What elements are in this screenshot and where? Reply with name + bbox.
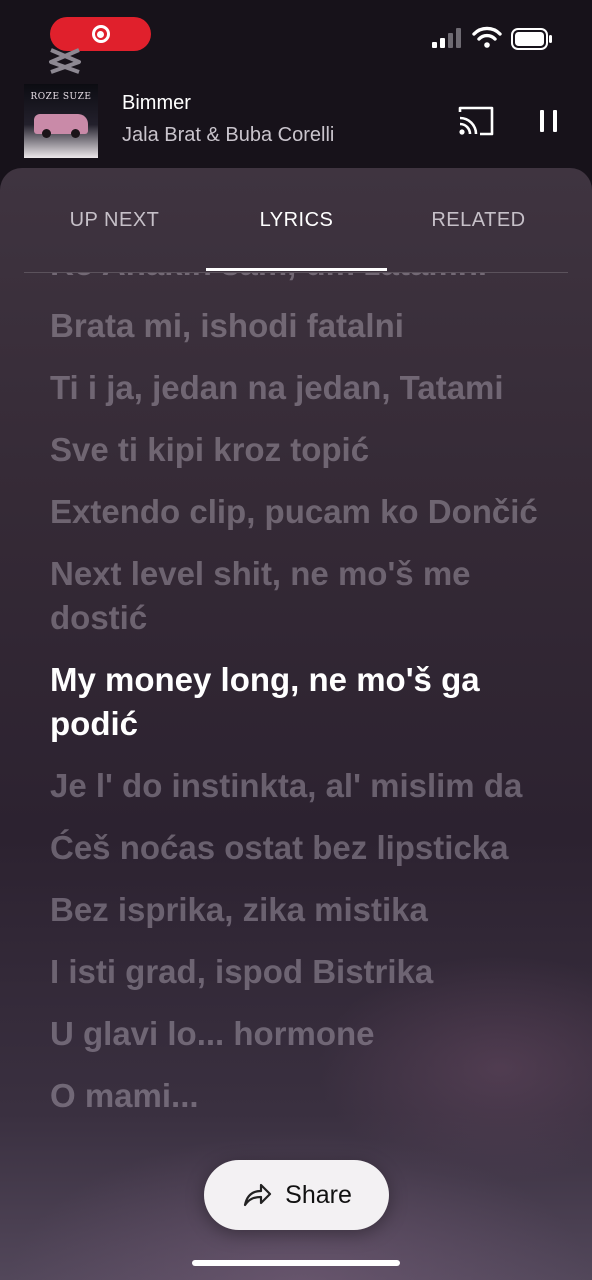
active-tab-indicator: [206, 268, 387, 271]
track-artist: Jala Brat & Buba Corelli: [122, 124, 335, 146]
album-car-graphic: [34, 114, 88, 138]
lyrics-sheet: UP NEXT LYRICS RELATED Ko Anakin sam, um…: [0, 168, 592, 1280]
lyric-line[interactable]: Bez isprika, zika mistika: [50, 888, 550, 932]
tab-lyrics[interactable]: LYRICS: [206, 168, 387, 272]
lyric-line[interactable]: Je l' do instinkta, al' mislim da: [50, 764, 550, 808]
share-label: Share: [285, 1180, 352, 1209]
now-playing-bar[interactable]: ROZE SUZE Bimmer Jala Brat & Buba Corell…: [0, 78, 592, 166]
screen-record-icon: [91, 25, 110, 43]
current-lyric-line[interactable]: My money long, ne mo'š ga podić: [50, 658, 550, 746]
lyric-line[interactable]: Ko Anakin sam, um zatamni: [50, 273, 550, 286]
lyric-line[interactable]: I isti grad, ispod Bistrika: [50, 950, 550, 994]
lyric-line[interactable]: U glavi lo... hormone: [50, 1012, 550, 1056]
capcut-icon: [49, 48, 81, 74]
lyrics-list: Ko Anakin sam, um zatamni Brata mi, ishod…: [50, 273, 550, 1136]
lyric-line[interactable]: Brata mi, ishodi fatalni: [50, 304, 550, 348]
tab-up-next[interactable]: UP NEXT: [24, 168, 205, 272]
lyric-line[interactable]: Ćeš noćas ostat bez lipsticka: [50, 826, 550, 870]
cast-icon[interactable]: [456, 104, 496, 138]
signal-icon: [432, 28, 461, 48]
wifi-icon: [472, 26, 502, 48]
share-arrow-icon: [244, 1183, 272, 1207]
lyric-line[interactable]: Extendo clip, pucam ko Dončić: [50, 490, 550, 534]
tab-bar: UP NEXT LYRICS RELATED: [24, 168, 568, 273]
status-bar: [0, 0, 592, 74]
lyrics-scroll-area[interactable]: Ko Anakin sam, um zatamni Brata mi, ishod…: [0, 273, 592, 1280]
battery-icon: [511, 28, 552, 50]
share-button[interactable]: Share: [204, 1160, 389, 1230]
track-title: Bimmer: [122, 92, 191, 114]
tab-related[interactable]: RELATED: [388, 168, 569, 272]
album-cover-text: ROZE SUZE: [30, 92, 92, 102]
lyric-line[interactable]: Next level shit, ne mo'š me dostić: [50, 552, 550, 640]
home-indicator[interactable]: [192, 1260, 400, 1266]
lyric-line[interactable]: Sve ti kipi kroz topić: [50, 428, 550, 472]
lyric-line[interactable]: Ti i ja, jedan na jedan, Tatami: [50, 366, 550, 410]
lyric-line[interactable]: O mami...: [50, 1074, 550, 1118]
pause-icon[interactable]: [532, 104, 566, 138]
album-art[interactable]: ROZE SUZE: [24, 84, 98, 158]
